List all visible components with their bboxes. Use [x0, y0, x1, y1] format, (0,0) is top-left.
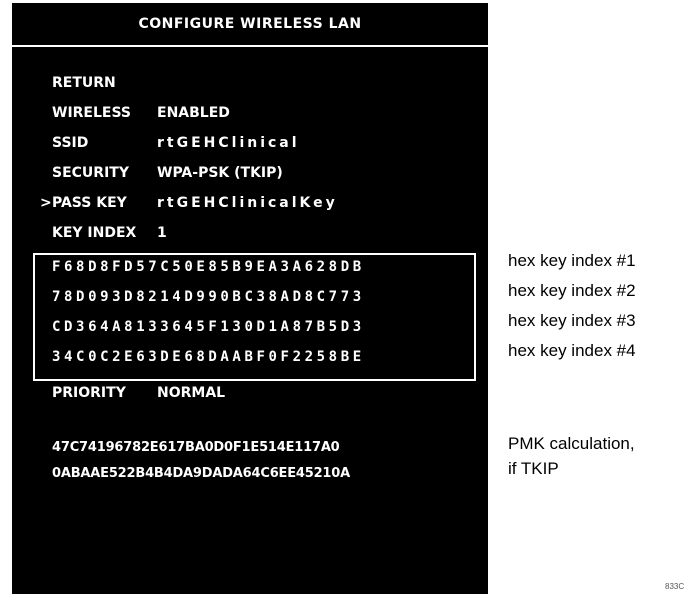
pass-key-value: rtGEHClinicalKey — [157, 195, 338, 211]
pmk-callout-line-1: PMK calculation, — [508, 434, 635, 453]
key-index-value: 1 — [157, 225, 167, 241]
hex-key-callout-4: hex key index #4 — [508, 341, 636, 360]
hex-key-callout-3: hex key index #3 — [508, 311, 636, 330]
hex-key-callout-1: hex key index #1 — [508, 251, 636, 270]
wireless-lan-config-screen: CONFIGURE WIRELESS LAN RETURN WIRELESS E… — [12, 3, 488, 594]
hex-key-2: 78D093D8214D990BC38AD8C773 — [52, 289, 365, 305]
hex-key-4: 34C0C2E63DE68DAABF0F2258BE — [52, 349, 365, 365]
menu-item-label: KEY INDEX — [52, 225, 137, 241]
security-value: WPA-PSK (TKIP) — [157, 165, 283, 181]
menu-item-label: SECURITY — [52, 165, 129, 181]
pmk-line-2: 0ABAAE522B4B4DA9DADA64C6EE45210A — [52, 466, 350, 481]
screen-title: CONFIGURE WIRELESS LAN — [12, 3, 488, 47]
pmk-line-1: 47C74196782E617BA0D0F1E514E117A0 — [52, 440, 340, 455]
menu-item-label: WIRELESS — [52, 105, 132, 121]
hex-key-1: F68D8FD57C50E85B9EA3A628DB — [52, 259, 365, 275]
menu-item-label: SSID — [52, 135, 89, 151]
pmk-callout-line-2: if TKIP — [508, 459, 559, 478]
ssid-value: rtGEHClinical — [157, 135, 300, 151]
menu-item-label: PRIORITY — [52, 385, 126, 401]
wireless-value: ENABLED — [157, 105, 230, 121]
priority-value: NORMAL — [157, 385, 226, 401]
menu-item-label: PASS KEY — [52, 195, 127, 211]
figure-id: 833C — [665, 582, 685, 591]
hex-key-callout-2: hex key index #2 — [508, 281, 636, 300]
hex-key-3: CD364A8133645F130D1A87B5D3 — [52, 319, 365, 335]
selection-cursor: > — [40, 195, 52, 211]
menu-item-label: RETURN — [52, 75, 116, 91]
